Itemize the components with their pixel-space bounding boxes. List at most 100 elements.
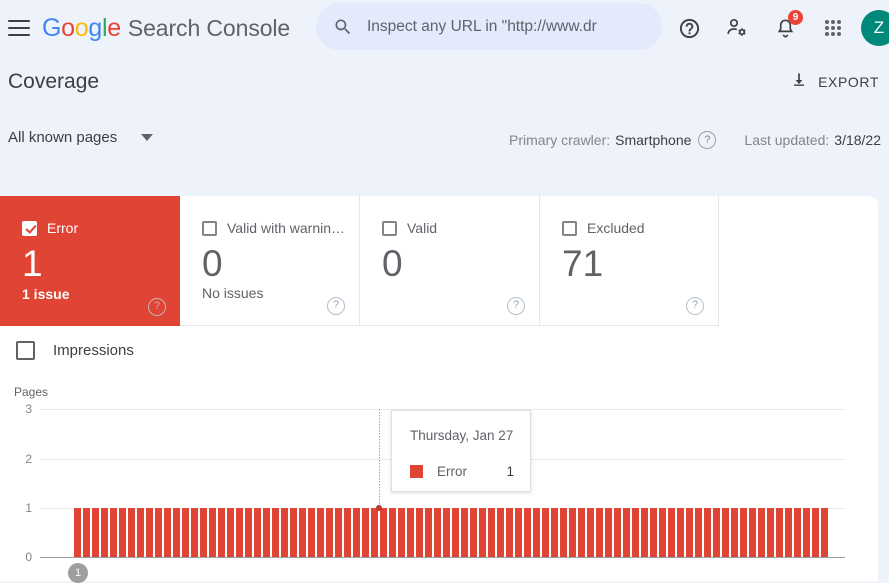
bar[interactable] <box>344 508 351 557</box>
bar[interactable] <box>497 508 504 557</box>
bar[interactable] <box>191 508 198 557</box>
bar[interactable] <box>164 508 171 557</box>
crawler-help-icon[interactable]: ? <box>698 131 717 149</box>
bar[interactable] <box>290 508 297 557</box>
bar[interactable] <box>425 508 432 557</box>
bar[interactable] <box>587 508 594 557</box>
bar[interactable] <box>668 508 675 557</box>
bar[interactable] <box>263 508 270 557</box>
bar[interactable] <box>803 508 810 557</box>
bar[interactable] <box>542 508 549 557</box>
status-card-valid[interactable]: Valid 0 ? <box>360 196 540 326</box>
bar[interactable] <box>677 508 684 557</box>
bar[interactable] <box>371 508 378 557</box>
bar[interactable] <box>686 508 693 557</box>
bar[interactable] <box>218 508 225 557</box>
bar[interactable] <box>479 508 486 557</box>
bar[interactable] <box>245 508 252 557</box>
bar[interactable] <box>605 508 612 557</box>
bar[interactable] <box>74 508 81 557</box>
bar[interactable] <box>110 508 117 557</box>
bar[interactable] <box>506 508 513 557</box>
status-card-checkbox[interactable] <box>562 220 577 236</box>
bar[interactable] <box>200 508 207 557</box>
bar[interactable] <box>353 508 360 557</box>
url-inspection-search[interactable]: Inspect any URL in "http://www.dr <box>316 3 662 50</box>
bar[interactable] <box>578 508 585 557</box>
bar[interactable] <box>182 508 189 557</box>
impressions-toggle[interactable]: Impressions <box>16 341 134 360</box>
chart-annotation-marker[interactable]: 1 <box>68 563 88 583</box>
status-card-valid-with-warnings[interactable]: Valid with warnin… 0 No issues ? <box>180 196 360 326</box>
bar[interactable] <box>758 508 765 557</box>
bar[interactable] <box>812 508 819 557</box>
brand-logo[interactable]: Google Search Console <box>42 14 290 43</box>
bar[interactable] <box>272 508 279 557</box>
bar[interactable] <box>443 508 450 557</box>
bar[interactable] <box>722 508 729 557</box>
bar[interactable] <box>695 508 702 557</box>
bar[interactable] <box>128 508 135 557</box>
help-circle-icon[interactable]: ? <box>327 297 345 315</box>
bar[interactable] <box>713 508 720 557</box>
bar[interactable] <box>389 508 396 557</box>
bar[interactable] <box>776 508 783 557</box>
help-circle-icon[interactable] <box>669 8 709 48</box>
bar[interactable] <box>704 508 711 557</box>
status-card-checkbox[interactable] <box>202 220 217 236</box>
bar[interactable] <box>452 508 459 557</box>
bar[interactable] <box>632 508 639 557</box>
bar[interactable] <box>821 508 828 557</box>
bar-series-error[interactable] <box>74 508 830 557</box>
bar[interactable] <box>560 508 567 557</box>
status-card-error[interactable]: Error 1 1 issue ? <box>0 196 180 326</box>
bar[interactable] <box>146 508 153 557</box>
help-circle-icon[interactable]: ? <box>686 297 704 315</box>
bar[interactable] <box>254 508 261 557</box>
avatar[interactable]: Z <box>861 10 889 46</box>
help-circle-icon[interactable]: ? <box>507 297 525 315</box>
bar[interactable] <box>137 508 144 557</box>
bar[interactable] <box>209 508 216 557</box>
bar[interactable] <box>659 508 666 557</box>
bar[interactable] <box>281 508 288 557</box>
hamburger-menu-icon[interactable] <box>8 20 30 36</box>
bar[interactable] <box>227 508 234 557</box>
export-button[interactable]: EXPORT <box>781 66 887 98</box>
bar[interactable] <box>641 508 648 557</box>
bar[interactable] <box>785 508 792 557</box>
bar[interactable] <box>470 508 477 557</box>
bar[interactable] <box>749 508 756 557</box>
notifications-bell-icon[interactable]: 9 <box>765 8 805 48</box>
bar[interactable] <box>101 508 108 557</box>
person-settings-icon[interactable] <box>717 8 757 48</box>
bar[interactable] <box>299 508 306 557</box>
bar[interactable] <box>317 508 324 557</box>
status-card-checkbox[interactable] <box>22 220 37 236</box>
bar[interactable] <box>623 508 630 557</box>
status-card-excluded[interactable]: Excluded 71 ? <box>540 196 719 326</box>
bar[interactable] <box>416 508 423 557</box>
bar[interactable] <box>461 508 468 557</box>
bar[interactable] <box>740 508 747 557</box>
bar[interactable] <box>398 508 405 557</box>
page-scope-dropdown[interactable]: All known pages <box>8 129 154 146</box>
bar[interactable] <box>794 508 801 557</box>
bar[interactable] <box>236 508 243 557</box>
bar[interactable] <box>326 508 333 557</box>
bar[interactable] <box>155 508 162 557</box>
bar[interactable] <box>335 508 342 557</box>
bar[interactable] <box>614 508 621 557</box>
bar[interactable] <box>119 508 126 557</box>
bar[interactable] <box>551 508 558 557</box>
bar[interactable] <box>380 508 387 557</box>
bar[interactable] <box>524 508 531 557</box>
bar[interactable] <box>92 508 99 557</box>
bar[interactable] <box>533 508 540 557</box>
apps-grid-icon[interactable] <box>813 8 853 48</box>
bar[interactable] <box>83 508 90 557</box>
bar[interactable] <box>362 508 369 557</box>
bar[interactable] <box>407 508 414 557</box>
status-card-checkbox[interactable] <box>382 220 397 236</box>
bar[interactable] <box>650 508 657 557</box>
